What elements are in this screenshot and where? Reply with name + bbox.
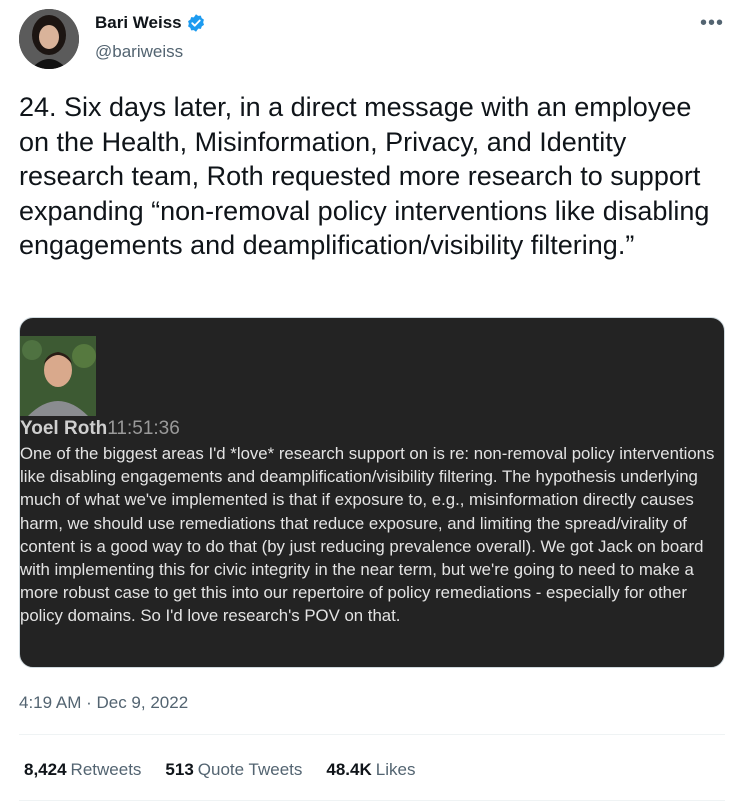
dm-sender-name: Yoel Roth [20, 418, 108, 439]
more-options-icon[interactable]: ••• [700, 12, 724, 35]
divider [19, 800, 725, 801]
avatar-image [19, 9, 79, 69]
retweets-stat[interactable]: 8,424 Retweets [24, 760, 141, 780]
dm-sender-photo [20, 336, 96, 416]
quote-tweets-stat[interactable]: 513 Quote Tweets [165, 760, 302, 780]
divider [19, 734, 725, 735]
author-handle[interactable]: @bariweiss [95, 42, 183, 62]
author-name[interactable]: Bari Weiss [95, 13, 182, 33]
quote-tweets-count: 513 [165, 760, 194, 779]
tweet-timestamp[interactable]: 4:19 AM · Dec 9, 2022 [19, 693, 188, 713]
verified-badge-icon [186, 13, 206, 33]
dm-header: Yoel Roth11:51:36 [20, 418, 180, 440]
author-avatar[interactable] [19, 9, 79, 69]
tweet-stats: 8,424 Retweets 513 Quote Tweets 48.4K Likes [24, 760, 439, 780]
likes-stat[interactable]: 48.4K Likes [326, 760, 415, 780]
retweets-count: 8,424 [24, 760, 67, 779]
quote-tweets-label: Quote Tweets [197, 760, 303, 779]
tweet-text: 24. Six days later, in a direct message … [19, 92, 710, 260]
retweets-label: Retweets [70, 760, 142, 779]
likes-label: Likes [375, 760, 416, 779]
author-name-row[interactable]: Bari Weiss [95, 13, 206, 33]
likes-count: 48.4K [326, 760, 372, 779]
dm-time: 11:51:36 [107, 418, 180, 439]
tweet-media-image[interactable]: Yoel Roth11:51:36 One of the biggest are… [19, 317, 725, 668]
dm-message-text: One of the biggest areas I'd *love* rese… [20, 444, 715, 626]
